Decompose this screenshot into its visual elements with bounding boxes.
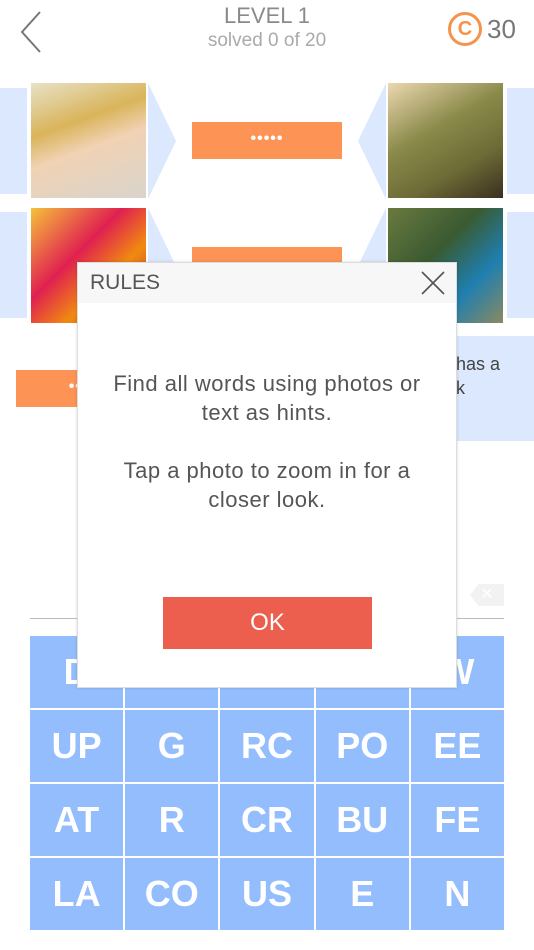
arrow-left-icon (358, 83, 386, 199)
arrow-right-icon (148, 83, 176, 199)
letter-key[interactable]: BU (315, 784, 409, 856)
hint-strip[interactable] (0, 88, 27, 194)
letter-key[interactable]: AT (30, 784, 124, 856)
rules-text-1: Find all words using photos or text as h… (113, 371, 421, 425)
letter-key[interactable]: R (125, 784, 219, 856)
answer-slot[interactable]: ••••• (192, 122, 342, 159)
letter-key[interactable]: G (125, 710, 219, 782)
coin-count: 30 (487, 14, 516, 44)
ok-button[interactable]: OK (163, 597, 372, 649)
hint-strip[interactable] (507, 212, 534, 318)
hint-strip[interactable] (0, 212, 27, 318)
photo-frogs[interactable] (388, 83, 503, 198)
delete-button[interactable]: ✕ (470, 584, 504, 606)
letter-key[interactable]: PO (315, 710, 409, 782)
letter-key[interactable]: CO (125, 858, 219, 930)
dialog-header: RULES (78, 263, 456, 303)
letter-key[interactable]: FE (410, 784, 504, 856)
dialog-title: RULES (90, 271, 161, 294)
coin-icon: C (448, 12, 482, 46)
hint-strip[interactable] (507, 88, 534, 194)
letter-key[interactable]: US (220, 858, 314, 930)
photo-baby[interactable] (31, 83, 146, 198)
letter-key[interactable]: N (410, 858, 504, 930)
letter-key[interactable]: CR (220, 784, 314, 856)
letter-key[interactable]: LA (30, 858, 124, 930)
letter-key[interactable]: RC (220, 710, 314, 782)
letter-key[interactable]: EE (410, 710, 504, 782)
close-icon[interactable] (420, 270, 446, 296)
text-hint[interactable]: has a k (448, 336, 534, 441)
letter-key[interactable]: E (315, 858, 409, 930)
rules-dialog: RULES Find all words using photos or tex… (77, 262, 457, 688)
rules-text-2: Tap a photo to zoom in for a closer look… (123, 458, 411, 512)
letter-key[interactable]: UP (30, 710, 124, 782)
